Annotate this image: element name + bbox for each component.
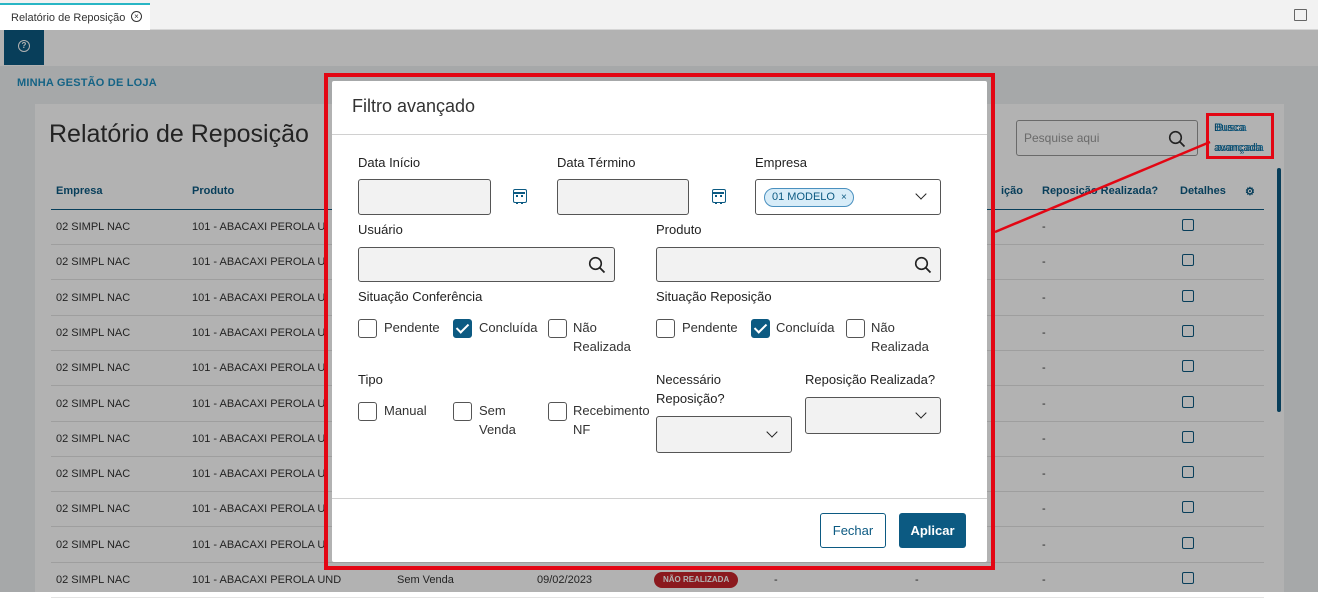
calendar-icon[interactable] [513, 189, 527, 204]
data-termino-label: Data Término [557, 155, 636, 170]
checkbox-label: Venda [479, 422, 516, 437]
checkbox-label: Concluída [479, 320, 538, 335]
chevron-down-icon [766, 426, 778, 438]
chevron-down-icon[interactable] [915, 188, 927, 200]
checkbox-label: Recebimento [573, 403, 650, 418]
produto-input[interactable] [656, 247, 941, 282]
checkbox-rep-concluida[interactable] [751, 319, 770, 338]
checkbox-label: Não [573, 320, 597, 335]
data-termino-input[interactable] [557, 179, 689, 215]
close-button[interactable]: Fechar [820, 513, 886, 548]
remove-tag-icon[interactable]: × [841, 192, 847, 203]
necessario-label: Necessário [656, 372, 722, 387]
checkbox-conf-concluida[interactable] [453, 319, 472, 338]
divider [332, 134, 987, 135]
checkbox-label: Manual [384, 403, 427, 418]
empresa-select[interactable]: 01 MODELO × [755, 179, 941, 215]
checkbox-tipo-sem-venda[interactable] [453, 402, 472, 421]
checkbox-label: Realizada [871, 339, 929, 354]
necessario-select[interactable] [656, 416, 792, 453]
calendar-icon[interactable] [712, 189, 726, 204]
checkbox-conf-pendente[interactable] [358, 319, 377, 338]
produto-label: Produto [656, 222, 702, 237]
search-icon[interactable] [588, 256, 606, 274]
checkbox-conf-nao-realizada[interactable] [548, 319, 567, 338]
necessario-label: Reposição? [656, 391, 725, 406]
empresa-tag: 01 MODELO × [764, 188, 854, 207]
search-icon[interactable] [914, 256, 932, 274]
empresa-label: Empresa [755, 155, 808, 170]
advanced-filter-dialog: Filtro avançado Data Início Data Término… [332, 81, 987, 562]
checkbox-tipo-manual[interactable] [358, 402, 377, 421]
checkbox-tipo-recebimento[interactable] [548, 402, 567, 421]
situacao-reposicao-label: Situação Reposição [656, 289, 772, 304]
checkbox-label: Realizada [573, 339, 631, 354]
checkbox-label: Sem [479, 403, 506, 418]
realizada-label: Reposição Realizada? [805, 372, 936, 387]
checkbox-label: NF [573, 422, 591, 437]
data-inicio-label: Data Início [358, 155, 421, 170]
usuario-input[interactable] [358, 247, 615, 282]
checkbox-label: Pendente [682, 320, 738, 335]
usuario-label: Usuário [358, 222, 403, 237]
dialog-title: Filtro avançado [352, 96, 476, 116]
situacao-conferencia-label: Situação Conferência [358, 289, 483, 304]
checkbox-rep-nao-realizada[interactable] [846, 319, 865, 338]
divider [332, 498, 987, 499]
empresa-tag-label: 01 MODELO [772, 191, 835, 203]
checkbox-label: Não [871, 320, 895, 335]
checkbox-label: Pendente [384, 320, 440, 335]
advanced-search-link[interactable]: Busca avançada [1216, 118, 1276, 158]
apply-button[interactable]: Aplicar [899, 513, 966, 548]
chevron-down-icon [915, 407, 927, 419]
realizada-select[interactable] [805, 397, 941, 434]
tipo-label: Tipo [358, 372, 383, 387]
data-inicio-input[interactable] [358, 179, 491, 215]
checkbox-label: Concluída [776, 320, 835, 335]
checkbox-rep-pendente[interactable] [656, 319, 675, 338]
